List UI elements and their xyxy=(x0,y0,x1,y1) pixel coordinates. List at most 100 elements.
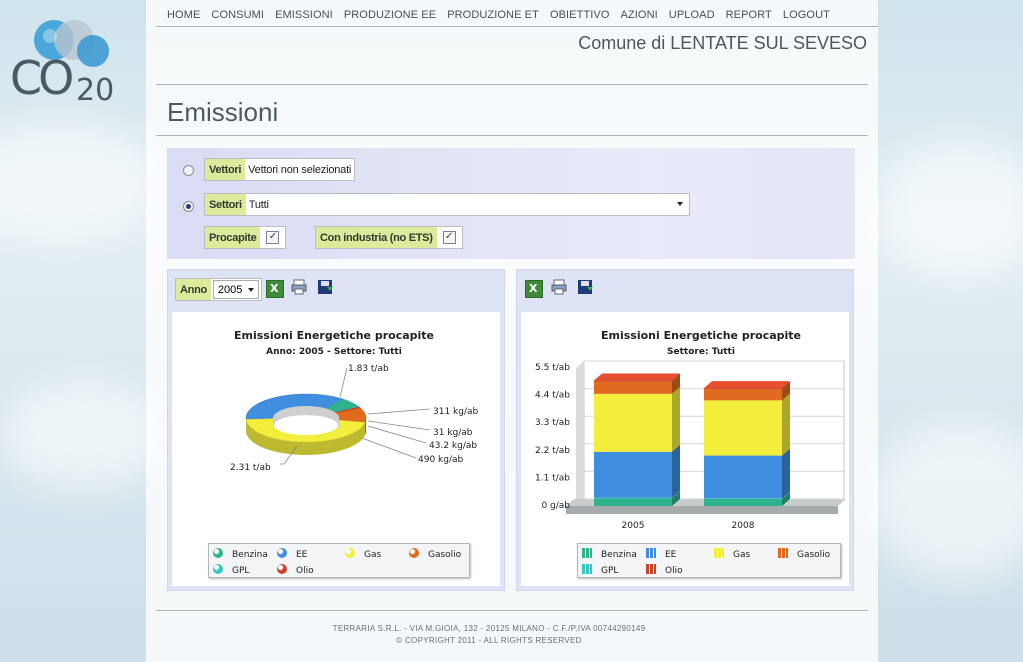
background-cloud xyxy=(880,140,1023,280)
legend-item-ee[interactable]: EE xyxy=(277,548,307,560)
pie-chart: Emissioni Energetiche procapite Anno: 20… xyxy=(172,312,500,586)
industria-checkbox[interactable]: ✓ xyxy=(442,231,456,244)
legend-label: Benzina xyxy=(232,550,268,560)
bar-toolbar xyxy=(517,270,853,310)
legend-swatch-icon xyxy=(646,564,656,574)
bar-chart: Emissioni Energetiche procapite Settore:… xyxy=(521,312,849,586)
nav-upload[interactable]: UPLOAD xyxy=(669,9,715,21)
pie-hole xyxy=(274,415,338,436)
nav-home[interactable]: HOME xyxy=(167,9,200,21)
bar-segment-gas-2005[interactable] xyxy=(594,393,672,452)
y-tick-label: 3.3 t/ab xyxy=(535,418,570,428)
bar-segment-ee-2005[interactable] xyxy=(594,451,672,498)
legend-label: Gas xyxy=(364,550,382,560)
y-tick-label: 4.4 t/ab xyxy=(535,391,570,401)
excel-export-icon[interactable] xyxy=(525,280,543,298)
vettori-label: Vettori xyxy=(205,159,246,180)
bar-segment-gpl-2008[interactable] xyxy=(704,498,782,499)
legend-item-gpl[interactable]: GPL xyxy=(213,564,249,576)
y-tick-label: 1.1 t/ab xyxy=(535,473,570,483)
nav-obiettivo[interactable]: OBIETTIVO xyxy=(550,9,610,21)
legend-swatch-icon xyxy=(582,548,592,558)
print-icon[interactable] xyxy=(291,279,307,295)
bar-chart-subtitle: Settore: Tutti xyxy=(667,347,735,357)
legend-label: EE xyxy=(665,550,677,560)
vettori-field[interactable]: Vettori Vettori non selezionati xyxy=(204,158,356,181)
bar-segment-side xyxy=(672,386,680,452)
bar-segment-gpl-2005[interactable] xyxy=(594,497,672,499)
excel-export-icon[interactable] xyxy=(266,280,284,298)
anno-select[interactable]: 2005 xyxy=(212,280,259,299)
legend-swatch-icon xyxy=(277,564,287,574)
anno-label: Anno xyxy=(176,279,211,300)
bar-segment-benzina-2008[interactable] xyxy=(704,498,782,506)
print-icon[interactable] xyxy=(551,279,567,295)
industria-field: Con industria (no ETS) ✓ xyxy=(315,226,463,249)
co20-logo[interactable]: CO 20 xyxy=(10,18,128,108)
bar-top xyxy=(594,373,680,381)
bar-segment-gasolio-2005[interactable] xyxy=(594,381,672,394)
legend-item-olio[interactable]: Olio xyxy=(277,564,314,576)
pie-leader-line xyxy=(361,437,417,459)
bar-segment-gasolio-2008[interactable] xyxy=(704,389,782,401)
procapite-field: Procapite ✓ xyxy=(204,226,287,249)
logo-subscript: 20 xyxy=(76,73,114,108)
legend-item-gas[interactable]: Gas xyxy=(714,548,750,560)
nav-produzione-ee[interactable]: PRODUZIONE EE xyxy=(344,9,436,21)
filters-panel: Vettori Vettori non selezionati Settori … xyxy=(167,148,855,259)
legend-item-gpl[interactable]: GPL xyxy=(582,564,618,576)
page-title: Emissioni xyxy=(167,97,279,127)
nav-consumi[interactable]: CONSUMI xyxy=(211,9,264,21)
pie-data-label: 2.31 t/ab xyxy=(230,463,271,473)
save-icon[interactable] xyxy=(317,279,333,295)
legend-swatch-icon xyxy=(409,548,419,558)
divider xyxy=(156,135,868,136)
nav-report[interactable]: REPORT xyxy=(726,9,772,21)
anno-field: Anno 2005 xyxy=(175,278,262,301)
legend-item-gasolio[interactable]: Gasolio xyxy=(409,548,461,560)
background-cloud xyxy=(0,120,160,240)
vettori-value: Vettori non selezionati xyxy=(248,163,352,176)
pie-chart-panel: Anno 2005 Emissioni Energetiche procapit… xyxy=(167,269,505,591)
bar-legend: Benzina EE Gas Gasolio GPL Olio xyxy=(577,543,841,578)
nav-emissioni[interactable]: EMISSIONI xyxy=(275,9,333,21)
plot-base xyxy=(566,506,838,514)
vettori-radio[interactable] xyxy=(183,165,194,176)
bar-segment-olio-2005[interactable] xyxy=(594,380,672,382)
chevron-down-icon xyxy=(677,202,683,206)
legend-item-benzina[interactable]: Benzina xyxy=(582,548,637,560)
legend-item-gasolio[interactable]: Gasolio xyxy=(778,548,830,560)
bar-segment-benzina-2005[interactable] xyxy=(594,498,672,506)
procapite-checkbox[interactable]: ✓ xyxy=(266,231,280,244)
settori-value: Tutti xyxy=(248,198,269,211)
legend-swatch-icon xyxy=(277,548,287,558)
pie-data-label: 490 kg/ab xyxy=(418,455,464,465)
nav-produzione-et[interactable]: PRODUZIONE ET xyxy=(447,9,539,21)
settori-radio[interactable] xyxy=(183,201,194,212)
legend-item-gas[interactable]: Gas xyxy=(345,548,381,560)
page-container: HOME CONSUMI EMISSIONI PRODUZIONE EE PRODUZI… xyxy=(146,0,878,662)
save-icon[interactable] xyxy=(577,279,593,295)
legend-item-olio[interactable]: Olio xyxy=(646,564,683,576)
bar-segment-olio-2008[interactable] xyxy=(704,388,782,390)
legend-swatch-icon xyxy=(213,548,223,558)
bar-segment-ee-2008[interactable] xyxy=(704,455,782,499)
pie-leader-line xyxy=(339,367,348,398)
legend-label: Benzina xyxy=(601,550,637,560)
divider xyxy=(156,610,868,611)
bar-segment-side xyxy=(782,448,790,499)
legend-item-ee[interactable]: EE xyxy=(646,548,676,560)
plot-sidewall xyxy=(576,361,584,506)
pie-data-label: 31 kg/ab xyxy=(433,428,473,438)
legend-item-benzina[interactable]: Benzina xyxy=(213,548,268,560)
x-tick-label: 2005 xyxy=(622,521,645,531)
y-tick-label: 0 g/ab xyxy=(541,501,570,511)
nav-logout[interactable]: LOGOUT xyxy=(783,9,830,21)
bar-segment-gas-2008[interactable] xyxy=(704,400,782,456)
bar-top xyxy=(704,381,790,389)
pie-legend: Benzina EE Gas Gasolio GPL Olio xyxy=(208,543,470,578)
legend-swatch-icon xyxy=(582,564,592,574)
nav-azioni[interactable]: AZIONI xyxy=(621,9,658,21)
legend-label: Olio xyxy=(665,566,683,576)
settori-select[interactable]: Settori Tutti xyxy=(204,193,690,216)
